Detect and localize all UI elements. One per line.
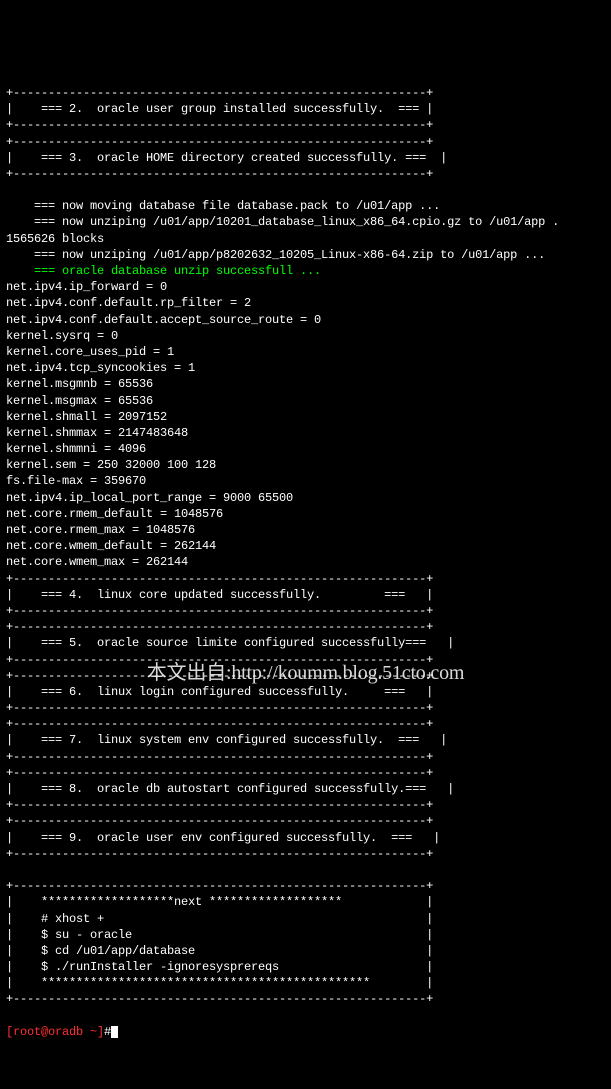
terminal-line: | $ cd /u01/app/database | bbox=[6, 943, 605, 959]
terminal-line bbox=[6, 862, 605, 878]
terminal-line: | === 2. oracle user group installed suc… bbox=[6, 101, 605, 117]
prompt-line[interactable]: [root@oradb ~]# bbox=[6, 1024, 605, 1040]
terminal-line: +---------------------------------------… bbox=[6, 166, 605, 182]
terminal-line: | === 7. linux system env configured suc… bbox=[6, 732, 605, 748]
terminal-line bbox=[6, 182, 605, 198]
terminal-line: +---------------------------------------… bbox=[6, 571, 605, 587]
terminal-line: fs.file-max = 359670 bbox=[6, 473, 605, 489]
terminal-line: | # xhost + | bbox=[6, 911, 605, 927]
terminal-line: | **************************************… bbox=[6, 975, 605, 991]
terminal-line: kernel.sysrq = 0 bbox=[6, 328, 605, 344]
terminal-line: | *******************next **************… bbox=[6, 894, 605, 910]
terminal-window[interactable]: { "lines": [ {"t":"+--------------------… bbox=[6, 20, 605, 697]
terminal-line: +---------------------------------------… bbox=[6, 991, 605, 1007]
terminal-line: +---------------------------------------… bbox=[6, 878, 605, 894]
terminal-line: +---------------------------------------… bbox=[6, 700, 605, 716]
cursor bbox=[111, 1026, 118, 1038]
terminal-line: === now unziping /u01/app/10201_database… bbox=[6, 214, 605, 230]
terminal-line: +---------------------------------------… bbox=[6, 813, 605, 829]
terminal-line: +---------------------------------------… bbox=[6, 765, 605, 781]
terminal-line: kernel.core_uses_pid = 1 bbox=[6, 344, 605, 360]
terminal-line: kernel.shmmni = 4096 bbox=[6, 441, 605, 457]
terminal-line: kernel.msgmnb = 65536 bbox=[6, 376, 605, 392]
terminal-line: === oracle database unzip successfull ..… bbox=[6, 263, 605, 279]
terminal-line: +---------------------------------------… bbox=[6, 797, 605, 813]
terminal-line: net.core.wmem_max = 262144 bbox=[6, 554, 605, 570]
terminal-line: | $ su - oracle | bbox=[6, 927, 605, 943]
terminal-line: net.core.wmem_default = 262144 bbox=[6, 538, 605, 554]
terminal-line: net.core.rmem_default = 1048576 bbox=[6, 506, 605, 522]
terminal-line: net.ipv4.tcp_syncookies = 1 bbox=[6, 360, 605, 376]
terminal-line: kernel.shmmax = 2147483648 bbox=[6, 425, 605, 441]
terminal-line: | === 9. oracle user env configured succ… bbox=[6, 830, 605, 846]
prompt-symbol: # bbox=[104, 1025, 111, 1039]
terminal-line: net.core.rmem_max = 1048576 bbox=[6, 522, 605, 538]
terminal-output: +---------------------------------------… bbox=[6, 85, 605, 1008]
terminal-line: +---------------------------------------… bbox=[6, 85, 605, 101]
terminal-line: | $ ./runInstaller -ignoresysprereqs | bbox=[6, 959, 605, 975]
terminal-line: +---------------------------------------… bbox=[6, 603, 605, 619]
terminal-line: | === 5. oracle source limite configured… bbox=[6, 635, 605, 651]
terminal-line: kernel.msgmax = 65536 bbox=[6, 393, 605, 409]
terminal-line: +---------------------------------------… bbox=[6, 652, 605, 668]
terminal-line: +---------------------------------------… bbox=[6, 668, 605, 684]
terminal-line: | === 3. oracle HOME directory created s… bbox=[6, 150, 605, 166]
terminal-line: +---------------------------------------… bbox=[6, 716, 605, 732]
terminal-line: net.ipv4.ip_local_port_range = 9000 6550… bbox=[6, 490, 605, 506]
terminal-line: | === 4. linux core updated successfully… bbox=[6, 587, 605, 603]
terminal-line: +---------------------------------------… bbox=[6, 846, 605, 862]
terminal-line: 1565626 blocks bbox=[6, 231, 605, 247]
terminal-line: === now moving database file database.pa… bbox=[6, 198, 605, 214]
terminal-line: net.ipv4.conf.default.rp_filter = 2 bbox=[6, 295, 605, 311]
terminal-line: | === 6. linux login configured successf… bbox=[6, 684, 605, 700]
terminal-line: === now unziping /u01/app/p8202632_10205… bbox=[6, 247, 605, 263]
terminal-line: +---------------------------------------… bbox=[6, 117, 605, 133]
terminal-line: net.ipv4.ip_forward = 0 bbox=[6, 279, 605, 295]
terminal-line: kernel.sem = 250 32000 100 128 bbox=[6, 457, 605, 473]
terminal-line: +---------------------------------------… bbox=[6, 134, 605, 150]
terminal-line: +---------------------------------------… bbox=[6, 619, 605, 635]
terminal-line: net.ipv4.conf.default.accept_source_rout… bbox=[6, 312, 605, 328]
prompt-user-host: [root@oradb ~] bbox=[6, 1025, 104, 1039]
terminal-line: | === 8. oracle db autostart configured … bbox=[6, 781, 605, 797]
terminal-line: +---------------------------------------… bbox=[6, 749, 605, 765]
terminal-line: kernel.shmall = 2097152 bbox=[6, 409, 605, 425]
